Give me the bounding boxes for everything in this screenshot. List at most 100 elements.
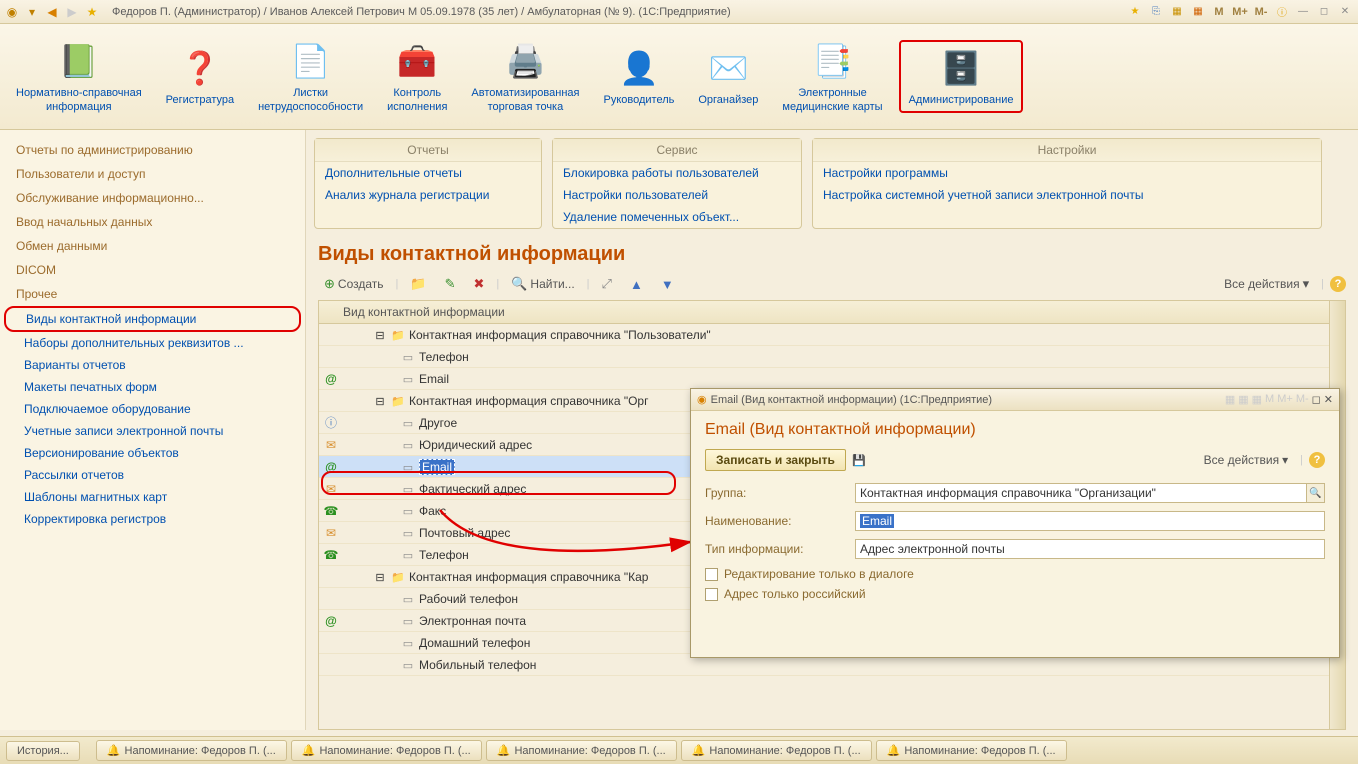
- row-type-icon: ☎: [319, 504, 343, 518]
- dialog-mplus[interactable]: M+: [1277, 393, 1293, 406]
- folder-button[interactable]: 📁: [404, 274, 432, 294]
- save-close-button[interactable]: Записать и закрыть: [705, 449, 846, 471]
- forward-icon[interactable]: ▶: [64, 4, 80, 20]
- toolbar-label: Регистратура: [166, 94, 234, 107]
- down-button[interactable]: ▼: [655, 275, 680, 294]
- tree-group[interactable]: ⊟📁Контактная информация справочника "Пол…: [319, 324, 1345, 346]
- expand-icon[interactable]: ⊟: [373, 395, 387, 408]
- fav-icon[interactable]: ★: [1126, 4, 1144, 20]
- taskbar-reminder[interactable]: 🔔Напоминание: Федоров П. (...: [96, 740, 287, 761]
- panel-link[interactable]: Анализ журнала регистрации: [315, 184, 541, 206]
- sidebar-item[interactable]: Макеты печатных форм: [4, 376, 301, 398]
- maximize-icon[interactable]: ◻: [1315, 4, 1333, 20]
- row-type-icon: @: [319, 614, 343, 628]
- expand-icon[interactable]: ⊟: [373, 571, 387, 584]
- sidebar-item[interactable]: Корректировка регистров: [4, 508, 301, 530]
- star-icon[interactable]: ★: [84, 4, 100, 20]
- create-button[interactable]: ⊕Создать: [318, 274, 390, 294]
- m-button[interactable]: M: [1210, 4, 1228, 20]
- sidebar-item[interactable]: Подключаемое оборудование: [4, 398, 301, 420]
- calendar-icon[interactable]: ▦: [1189, 4, 1207, 20]
- toolbar-Автоматизированная[interactable]: 🖨️Автоматизированнаяторговая точка: [463, 35, 587, 117]
- mplus-button[interactable]: M+: [1231, 4, 1249, 20]
- sidebar-item[interactable]: Виды контактной информации: [4, 306, 301, 332]
- checkbox-icon[interactable]: [705, 588, 718, 601]
- taskbar-reminder[interactable]: 🔔Напоминание: Федоров П. (...: [291, 740, 482, 761]
- panel-title: Сервис: [553, 139, 801, 162]
- panel-link[interactable]: Удаление помеченных объект...: [553, 206, 801, 228]
- taskbar-reminder[interactable]: 🔔Напоминание: Федоров П. (...: [876, 740, 1067, 761]
- sidebar-group[interactable]: Обмен данными: [4, 234, 301, 258]
- all-actions-button[interactable]: Все действия▾: [1218, 274, 1315, 294]
- calc-icon[interactable]: ▦: [1168, 4, 1186, 20]
- dialog-restore-icon[interactable]: ◻: [1312, 393, 1321, 406]
- panel-link[interactable]: Настройки пользователей: [553, 184, 801, 206]
- item-icon: ▭: [401, 505, 415, 518]
- type-input[interactable]: Адрес электронной почты: [855, 539, 1325, 559]
- sidebar-group[interactable]: Ввод начальных данных: [4, 210, 301, 234]
- minimize-icon[interactable]: —: [1294, 4, 1312, 20]
- sidebar-item[interactable]: Учетные записи электронной почты: [4, 420, 301, 442]
- toolbar-Нормативно-справочная[interactable]: 📗Нормативно-справочнаяинформация: [8, 35, 150, 117]
- sidebar-item[interactable]: Наборы дополнительных реквизитов ...: [4, 332, 301, 354]
- toolbar-Контроль[interactable]: 🧰Контрольисполнения: [379, 35, 455, 117]
- sidebar-group[interactable]: Пользователи и доступ: [4, 162, 301, 186]
- toolbar-Электронные[interactable]: 📑Электронныемедицинские карты: [774, 35, 890, 117]
- group-input[interactable]: Контактная информация справочника "Орган…: [855, 483, 1307, 503]
- panel-link[interactable]: Настройки программы: [813, 162, 1321, 184]
- sidebar-group[interactable]: Обслуживание информационно...: [4, 186, 301, 210]
- back-icon[interactable]: ◀: [44, 4, 60, 20]
- dialog-title-bar[interactable]: ◉ Email (Вид контактной информации) (1С:…: [691, 389, 1339, 411]
- column-header[interactable]: Вид контактной информации: [319, 301, 1345, 324]
- tree-item[interactable]: ▭Телефон: [319, 346, 1345, 368]
- item-icon: ▭: [401, 351, 415, 364]
- row-type-icon: ⓘ: [319, 414, 343, 431]
- dialog-help-icon[interactable]: ?: [1309, 452, 1325, 468]
- dialog-mminus[interactable]: M-: [1296, 393, 1309, 406]
- expand-icon[interactable]: ⊟: [373, 329, 387, 342]
- save-icon[interactable]: 💾: [852, 454, 866, 467]
- panel-link[interactable]: Блокировка работы пользователей: [553, 162, 801, 184]
- up-button[interactable]: ▲: [624, 275, 649, 294]
- toolbar-Регистратура[interactable]: ❓Регистратура: [158, 42, 242, 111]
- group-lookup-button[interactable]: 🔍: [1307, 483, 1325, 503]
- help-icon[interactable]: ?: [1330, 276, 1346, 292]
- info-icon[interactable]: ⓘ: [1273, 4, 1291, 20]
- sidebar-item[interactable]: Шаблоны магнитных карт: [4, 486, 301, 508]
- edit-button[interactable]: ✎: [439, 274, 462, 294]
- sidebar-group[interactable]: Прочее: [4, 282, 301, 306]
- sidebar-group[interactable]: DICOM: [4, 258, 301, 282]
- dialog-all-actions[interactable]: Все действия▾: [1198, 451, 1295, 469]
- diag-button[interactable]: ⤢: [596, 274, 618, 294]
- sidebar-item[interactable]: Варианты отчетов: [4, 354, 301, 376]
- mminus-button[interactable]: M-: [1252, 4, 1270, 20]
- find-button[interactable]: 🔍Найти...: [505, 274, 580, 294]
- taskbar-reminder[interactable]: 🔔Напоминание: Федоров П. (...: [486, 740, 677, 761]
- panel-link[interactable]: Настройка системной учетной записи элект…: [813, 184, 1321, 206]
- dropdown-icon[interactable]: ▾: [24, 4, 40, 20]
- link-icon[interactable]: ⎘: [1147, 4, 1165, 20]
- sidebar-item[interactable]: Рассылки отчетов: [4, 464, 301, 486]
- sidebar-item[interactable]: Версионирование объектов: [4, 442, 301, 464]
- toolbar-Органайзер[interactable]: ✉️Органайзер: [690, 42, 766, 111]
- tree-item[interactable]: @▭Email: [319, 368, 1345, 390]
- toolbar-Администрирование[interactable]: 🗄️Администрирование: [899, 40, 1024, 113]
- dialog-cal2-icon[interactable]: ▦: [1252, 393, 1262, 406]
- dialog-calc-icon[interactable]: ▦: [1225, 393, 1235, 406]
- checkbox-russian-only[interactable]: Адрес только российский: [705, 587, 1325, 601]
- checkbox-icon[interactable]: [705, 568, 718, 581]
- history-button[interactable]: История...: [6, 741, 80, 761]
- close-icon[interactable]: ✕: [1336, 4, 1354, 20]
- toolbar-Руководитель[interactable]: 👤Руководитель: [595, 42, 682, 111]
- dialog-close-icon[interactable]: ✕: [1324, 393, 1333, 406]
- dialog-m[interactable]: M: [1265, 393, 1274, 406]
- toolbar-Листки[interactable]: 📄Листкинетрудоспособности: [250, 35, 371, 117]
- panel-link[interactable]: Дополнительные отчеты: [315, 162, 541, 184]
- dialog-cal-icon[interactable]: ▦: [1238, 393, 1248, 406]
- name-input[interactable]: Email: [855, 511, 1325, 531]
- taskbar-reminder[interactable]: 🔔Напоминание: Федоров П. (...: [681, 740, 872, 761]
- checkbox-edit-dialog[interactable]: Редактирование только в диалоге: [705, 567, 1325, 581]
- toolbar-icon: 📄: [289, 39, 333, 83]
- delete-button[interactable]: ✖: [467, 274, 490, 294]
- sidebar-group[interactable]: Отчеты по администрированию: [4, 138, 301, 162]
